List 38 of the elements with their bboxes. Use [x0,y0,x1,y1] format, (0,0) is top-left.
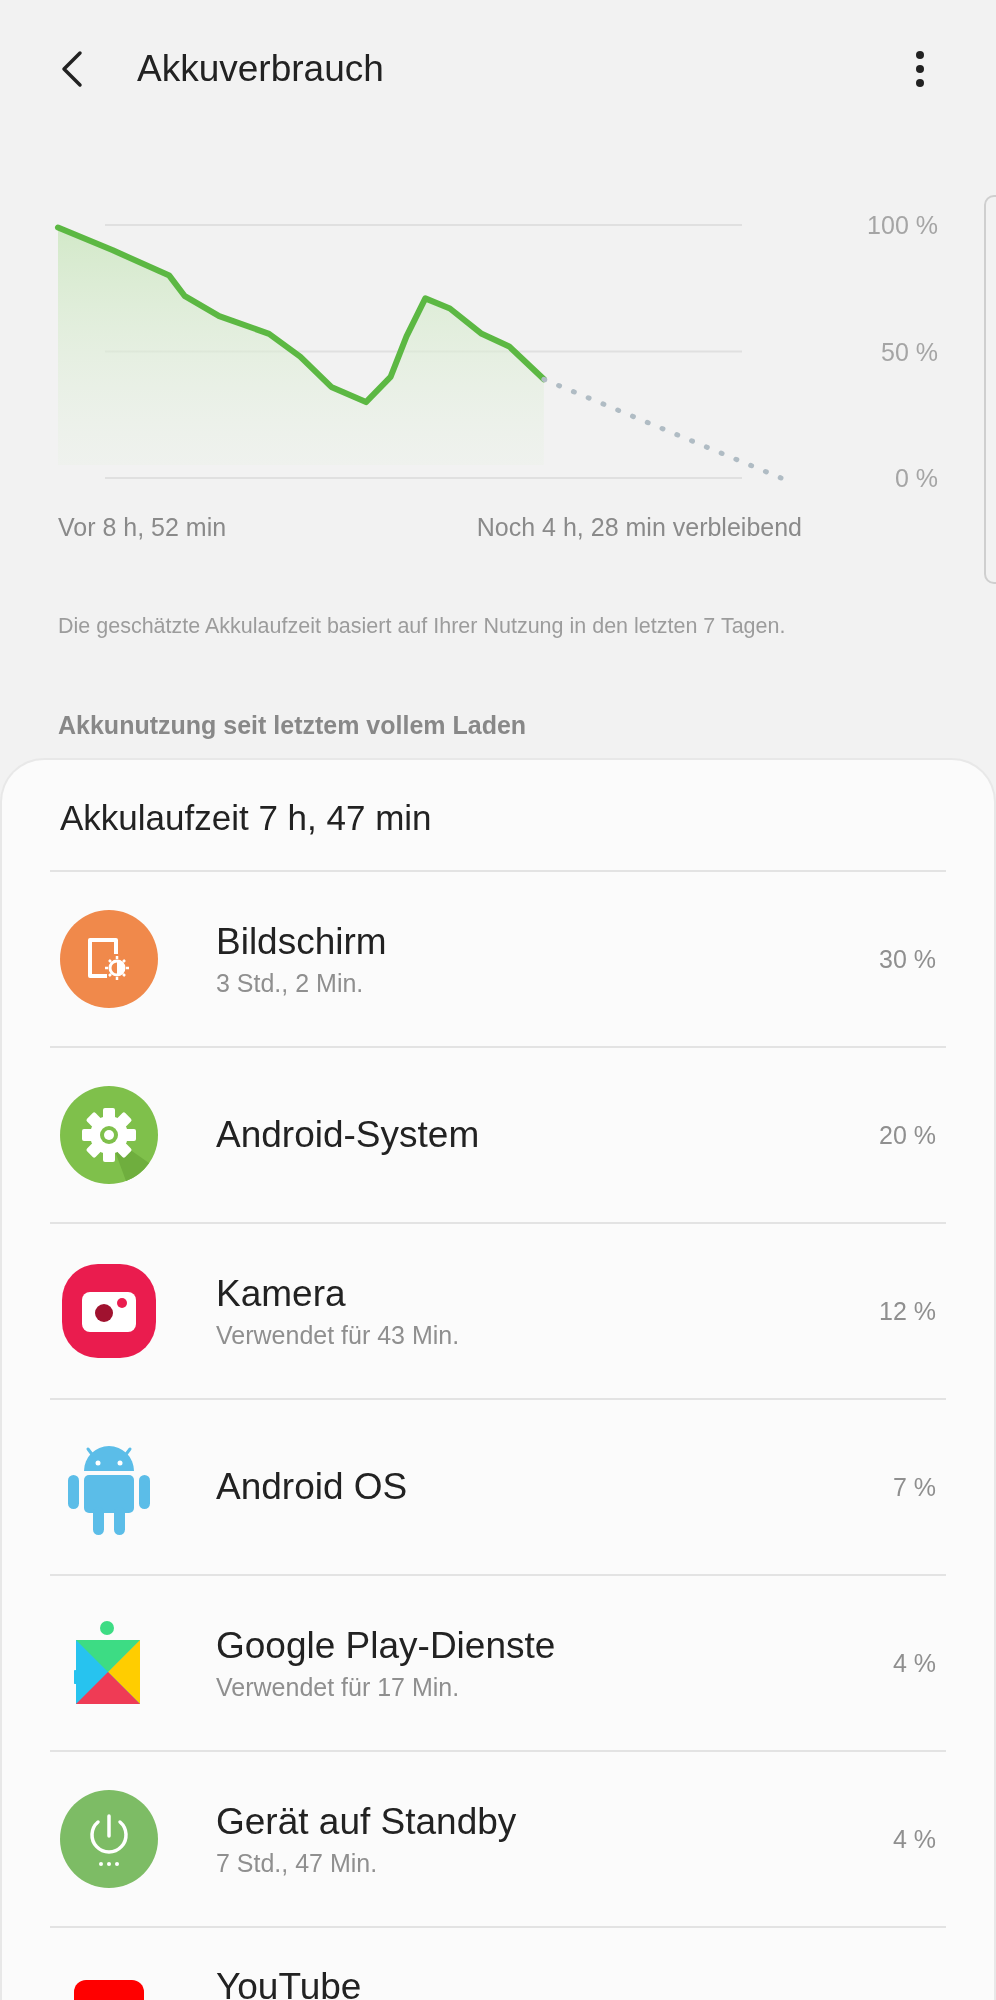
app-name: Gerät auf Standby [216,1800,518,1843]
usage-time: 7 Std., 47 Min. [216,1848,379,1878]
section-header: Akkunutzung seit letztem vollem Laden [58,711,528,740]
gear-icon [60,1086,158,1184]
usage-percent: 7 % [892,1472,936,1502]
usage-time: Verwendet für 17 Min. [216,1672,461,1702]
card-title: Akkulaufzeit 7 h, 47 min [50,760,946,872]
axis-label: 50 % [881,337,938,366]
screen-title: Akkuverbrauch [137,48,385,90]
usage-row[interactable]: Android OS 7 % [50,1400,946,1576]
axis-label: Noch 4 h, 28 min verbleibend [476,513,802,542]
app-name: Google Play-Dienste [216,1624,557,1667]
usage-percent: 4 % [892,1648,936,1678]
app-name: YouTube [216,1966,363,2000]
app-name: Android OS [216,1466,409,1508]
power-icon [60,1790,158,1888]
phone-brightness-icon [60,910,158,1008]
more-options-icon[interactable] [914,49,926,89]
app-name: Bildschirm [216,920,388,963]
axis-label: Vor 8 h, 52 min [58,513,227,542]
app-name: Kamera [216,1272,347,1315]
app-name: Android-System [216,1114,481,1156]
usage-row[interactable]: Kamera Verwendet für 43 Min. 12 % [50,1224,946,1400]
usage-percent: 12 % [879,1296,936,1326]
usage-row[interactable]: Android-System 20 % [50,1048,946,1224]
usage-percent: 30 % [879,944,936,974]
usage-percent: 20 % [879,1120,936,1150]
usage-row[interactable]: Google Play-Dienste Verwendet für 17 Min. 4 % [50,1576,946,1752]
usage-row[interactable]: YouTube [50,1928,946,2000]
play-logo-icon [74,1980,144,2000]
usage-row[interactable]: Gerät auf Standby 7 Std., 47 Min. 4 % [50,1752,946,1928]
usage-percent: 4 % [892,1824,936,1854]
axis-label: 100 % [867,211,938,239]
usage-row[interactable]: Bildschirm 3 Std., 2 Min. 30 % [50,872,946,1048]
usage-time: 3 Std., 2 Min. [216,968,365,998]
usage-time: Verwendet für 43 Min. [216,1320,461,1350]
estimate-note: Die geschätzte Akkulaufzeit basiert auf Ihrer Nutzung in den letzten 7 Tagen. [58,614,787,639]
axis-label: 0 % [894,464,938,492]
